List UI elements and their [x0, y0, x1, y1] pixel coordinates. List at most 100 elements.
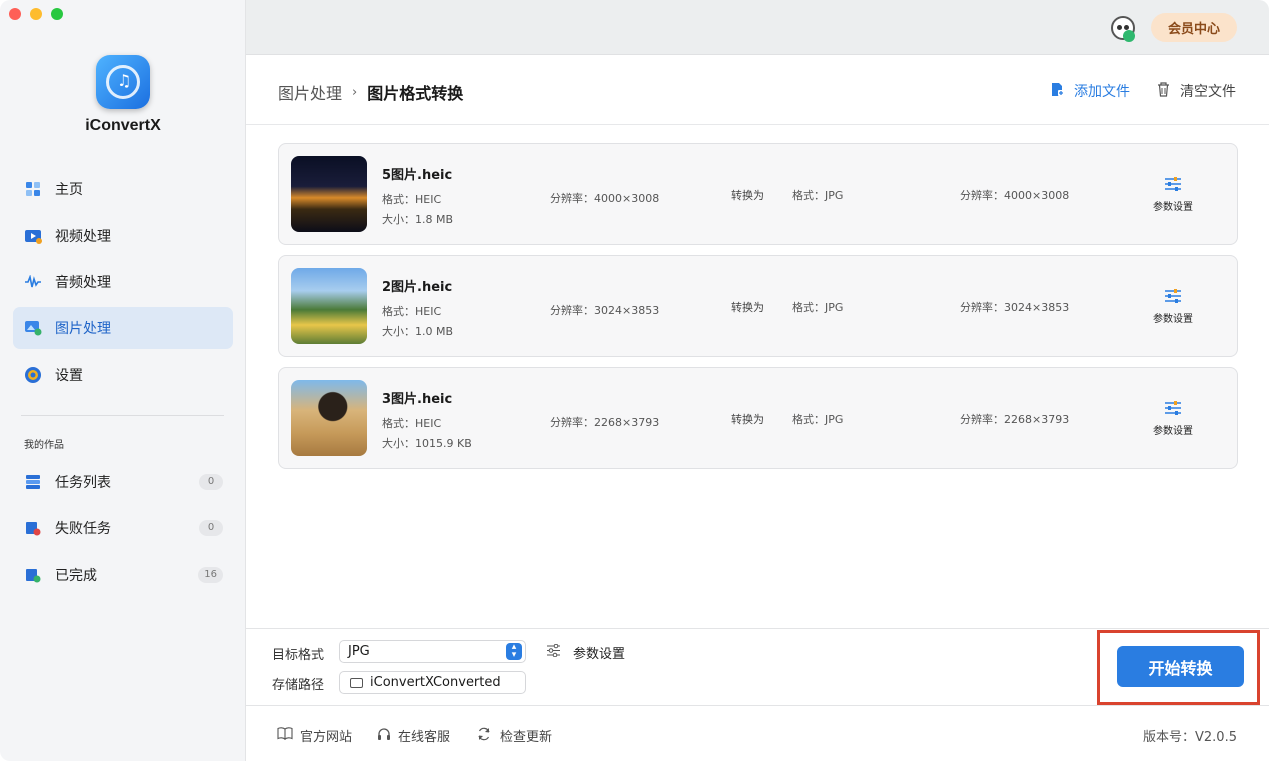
target-resolution: 分辨率：3024×3853	[960, 301, 1070, 314]
output-settings-button[interactable]: 参数设置	[546, 643, 625, 662]
sidebar-item-label: 任务列表	[55, 475, 111, 491]
save-path-field[interactable]: iConvertXConverted	[339, 671, 526, 694]
video-icon	[23, 226, 43, 246]
image-icon	[23, 318, 43, 338]
sliders-icon	[1164, 400, 1182, 416]
refresh-icon	[477, 727, 491, 745]
file-settings-button[interactable]: 参数设置	[1145, 288, 1201, 325]
target-resolution: 分辨率：2268×3793	[960, 413, 1070, 426]
file-thumbnail	[291, 156, 367, 232]
convert-to-label: 转换为	[731, 301, 764, 314]
failed-task-icon	[23, 518, 43, 538]
check-update-link[interactable]: 检查更新	[477, 726, 552, 745]
save-path-label: 存储路径	[272, 678, 325, 693]
file-card[interactable]: 2图片.heic 格式：HEIC 大小：1.0 MB 分辨率：3024×3853…	[278, 255, 1238, 357]
sliders-icon	[546, 643, 561, 661]
breadcrumb-parent[interactable]: 图片处理	[278, 80, 342, 104]
file-size: 大小：1.8 MB	[382, 213, 454, 226]
source-resolution: 分辨率：2268×3793	[550, 416, 660, 429]
top-bar: 会员中心	[246, 0, 1269, 55]
footer: 官方网站 在线客服 检查更新 版本号：V2.0.5	[246, 705, 1269, 761]
file-thumbnail	[291, 268, 367, 344]
breadcrumb-separator: ›	[352, 84, 358, 100]
sliders-icon	[1164, 176, 1182, 192]
save-path-value: iConvertXConverted	[370, 675, 501, 690]
version-number: 版本号：V2.0.5	[1143, 730, 1237, 745]
member-center-button[interactable]: 会员中心	[1151, 13, 1237, 42]
clear-files-button[interactable]: 清空文件	[1157, 81, 1236, 101]
completed-icon	[23, 565, 43, 585]
book-icon	[277, 727, 293, 744]
app-window: iConvertX 主页 视频处理 音频处理 图片处理	[0, 0, 1269, 761]
target-format-select[interactable]: JPG ▴ ▾	[339, 640, 526, 663]
sidebar-item-label: 音频处理	[55, 275, 111, 291]
official-website-link[interactable]: 官方网站	[277, 726, 352, 745]
file-size: 大小：1.0 MB	[382, 325, 454, 338]
sidebar-item-task-list[interactable]: 任务列表 0	[13, 461, 233, 503]
minimize-window-button[interactable]	[30, 8, 42, 20]
file-settings-label: 参数设置	[1153, 426, 1193, 437]
convert-to-label: 转换为	[731, 413, 764, 426]
sidebar-item-completed[interactable]: 已完成 16	[13, 554, 233, 596]
file-settings-button[interactable]: 参数设置	[1145, 400, 1201, 437]
app-logo-icon	[96, 55, 150, 109]
my-works-heading: 我的作品	[24, 440, 64, 451]
vip-badge-icon	[1123, 30, 1135, 42]
target-format-label: 目标格式	[272, 648, 325, 663]
target-format: 格式：JPG	[792, 413, 844, 426]
file-card[interactable]: 5图片.heic 格式：HEIC 大小：1.8 MB 分辨率：4000×3008…	[278, 143, 1238, 245]
sidebar-item-failed-tasks[interactable]: 失败任务 0	[13, 507, 233, 549]
folder-icon	[350, 677, 363, 688]
add-file-icon	[1051, 82, 1064, 101]
clear-file-label: 清空文件	[1180, 84, 1236, 100]
sidebar-item-label: 失败任务	[55, 521, 111, 537]
online-support-link[interactable]: 在线客服	[377, 726, 450, 745]
online-support-label: 在线客服	[398, 730, 451, 745]
sidebar-item-audio[interactable]: 音频处理	[13, 261, 233, 303]
home-grid-icon	[23, 179, 43, 199]
sidebar-item-label: 设置	[55, 368, 83, 384]
task-list-icon	[23, 472, 43, 492]
target-format: 格式：JPG	[792, 301, 844, 314]
target-format-value: JPG	[348, 644, 370, 659]
source-format: 格式：HEIC	[382, 193, 442, 206]
failed-count-badge: 0	[199, 520, 223, 536]
file-size: 大小：1015.9 KB	[382, 437, 472, 450]
check-update-label: 检查更新	[500, 730, 553, 745]
file-card[interactable]: 3图片.heic 格式：HEIC 大小：1015.9 KB 分辨率：2268×3…	[278, 367, 1238, 469]
app-name: iConvertX	[85, 117, 161, 134]
file-name: 2图片.heic	[382, 280, 453, 295]
file-name: 3图片.heic	[382, 392, 453, 407]
sidebar-item-label: 视频处理	[55, 229, 111, 245]
sidebar-item-video[interactable]: 视频处理	[13, 215, 233, 257]
page-title: 图片格式转换	[367, 84, 464, 103]
breadcrumb: 图片处理 › 图片格式转换	[278, 80, 463, 104]
add-file-label: 添加文件	[1074, 84, 1130, 100]
output-settings-bar: 目标格式 JPG ▴ ▾ 参数设置 存储路径 iConvertXConverted…	[246, 628, 1269, 705]
headset-icon	[377, 727, 391, 745]
output-settings-label: 参数设置	[573, 647, 626, 662]
sidebar: iConvertX 主页 视频处理 音频处理 图片处理	[0, 0, 246, 761]
target-resolution: 分辨率：4000×3008	[960, 189, 1070, 202]
sidebar-item-settings[interactable]: 设置	[13, 354, 233, 396]
file-settings-button[interactable]: 参数设置	[1145, 176, 1201, 213]
sidebar-item-image[interactable]: 图片处理	[13, 307, 233, 349]
page-header: 图片处理 › 图片格式转换 添加文件 清空文件	[246, 56, 1269, 125]
zoom-window-button[interactable]	[51, 8, 63, 20]
audio-wave-icon	[23, 272, 43, 292]
add-file-button[interactable]: 添加文件	[1051, 81, 1130, 101]
task-count-badge: 0	[199, 474, 223, 490]
chevron-updown-icon: ▴ ▾	[506, 643, 522, 660]
official-website-label: 官方网站	[300, 730, 353, 745]
source-format: 格式：HEIC	[382, 417, 442, 430]
close-window-button[interactable]	[9, 8, 21, 20]
sliders-icon	[1164, 288, 1182, 304]
sidebar-item-home[interactable]: 主页	[13, 168, 233, 210]
window-controls	[9, 8, 63, 20]
convert-to-label: 转换为	[731, 189, 764, 202]
start-convert-button[interactable]: 开始转换	[1117, 646, 1244, 687]
sidebar-item-label: 已完成	[55, 568, 97, 584]
file-settings-label: 参数设置	[1153, 314, 1193, 325]
sidebar-divider	[21, 415, 224, 416]
source-format: 格式：HEIC	[382, 305, 442, 318]
